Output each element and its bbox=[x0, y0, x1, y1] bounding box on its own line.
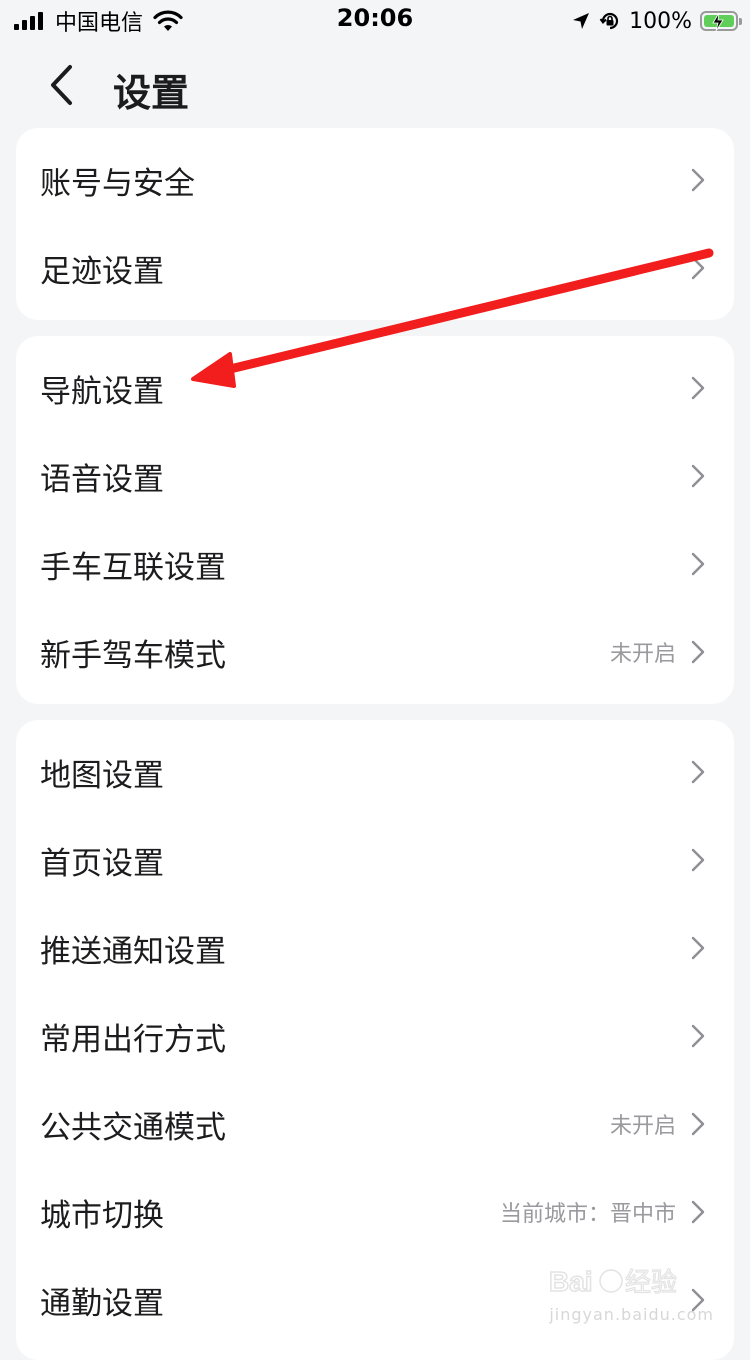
settings-item-map[interactable]: 地图设置 bbox=[16, 728, 734, 816]
nav-header: 设置 bbox=[0, 50, 750, 122]
settings-item-account-security[interactable]: 账号与安全 bbox=[16, 136, 734, 224]
chevron-right-icon bbox=[691, 464, 705, 488]
back-button[interactable] bbox=[36, 60, 86, 110]
svg-text:经验: 经验 bbox=[625, 1267, 677, 1297]
battery-percentage: 100% bbox=[629, 8, 692, 34]
chevron-right-icon bbox=[691, 1200, 705, 1224]
settings-item-voice[interactable]: 语音设置 bbox=[16, 432, 734, 520]
page-title: 设置 bbox=[113, 71, 190, 115]
chevron-right-icon bbox=[691, 1024, 705, 1048]
settings-item-status: 未开启 bbox=[609, 642, 676, 667]
settings-item-push-notifications[interactable]: 推送通知设置 bbox=[16, 904, 734, 992]
settings-item-label: 通勤设置 bbox=[40, 1285, 164, 1322]
chevron-left-icon bbox=[51, 65, 72, 105]
settings-item-navigation[interactable]: 导航设置 bbox=[16, 344, 734, 432]
orientation-lock-icon bbox=[599, 12, 619, 30]
settings-item-label: 推送通知设置 bbox=[40, 933, 226, 970]
chevron-right-icon bbox=[691, 760, 705, 784]
svg-text:Bai: Bai bbox=[549, 1266, 593, 1297]
battery-icon bbox=[700, 11, 742, 32]
chevron-right-icon bbox=[691, 640, 705, 664]
settings-item-label: 常用出行方式 bbox=[40, 1021, 226, 1058]
baidu-jingyan-logo: Bai 经验 bbox=[549, 1265, 678, 1298]
settings-group-navigation: 导航设置 语音设置 手车互联设置 新手驾车模式 未开启 bbox=[16, 336, 734, 704]
settings-item-status: 未开启 bbox=[609, 1114, 676, 1139]
settings-item-city-switch[interactable]: 城市切换 当前城市：晋中市 bbox=[16, 1168, 734, 1256]
settings-item-label: 足迹设置 bbox=[40, 253, 164, 290]
settings-item-label: 城市切换 bbox=[40, 1197, 164, 1234]
settings-item-label: 账号与安全 bbox=[40, 165, 195, 202]
settings-item-label: 首页设置 bbox=[40, 845, 164, 882]
chevron-right-icon bbox=[691, 936, 705, 960]
chevron-right-icon bbox=[691, 552, 705, 576]
settings-item-label: 地图设置 bbox=[40, 757, 164, 794]
status-bar: 中国电信 20:06 100% bbox=[0, 0, 750, 42]
chevron-right-icon bbox=[691, 376, 705, 400]
settings-item-home[interactable]: 首页设置 bbox=[16, 816, 734, 904]
settings-item-label: 语音设置 bbox=[40, 461, 164, 498]
location-arrow-icon bbox=[573, 13, 590, 29]
settings-item-public-transit[interactable]: 公共交通模式 未开启 bbox=[16, 1080, 734, 1168]
chevron-right-icon bbox=[691, 256, 705, 280]
settings-item-label: 新手驾车模式 bbox=[40, 637, 226, 674]
settings-item-footprint[interactable]: 足迹设置 bbox=[16, 224, 734, 312]
chevron-right-icon bbox=[691, 848, 705, 872]
chevron-right-icon bbox=[691, 168, 705, 192]
settings-item-phone-car-link[interactable]: 手车互联设置 bbox=[16, 520, 734, 608]
charging-bolt-icon bbox=[712, 12, 724, 32]
settings-item-label: 手车互联设置 bbox=[40, 549, 226, 586]
settings-item-novice-driving[interactable]: 新手驾车模式 未开启 bbox=[16, 608, 734, 696]
current-city-value: 当前城市：晋中市 bbox=[499, 1202, 676, 1227]
status-right: 100% bbox=[571, 6, 742, 36]
settings-item-travel-mode[interactable]: 常用出行方式 bbox=[16, 992, 734, 1080]
watermark: Bai 经验 jingyan.baidu.com bbox=[549, 1261, 714, 1324]
settings-item-label: 公共交通模式 bbox=[40, 1109, 226, 1146]
watermark-url: jingyan.baidu.com bbox=[549, 1305, 714, 1324]
settings-group-account: 账号与安全 足迹设置 bbox=[16, 128, 734, 320]
settings-item-label: 导航设置 bbox=[40, 373, 164, 410]
chevron-right-icon bbox=[691, 1112, 705, 1136]
